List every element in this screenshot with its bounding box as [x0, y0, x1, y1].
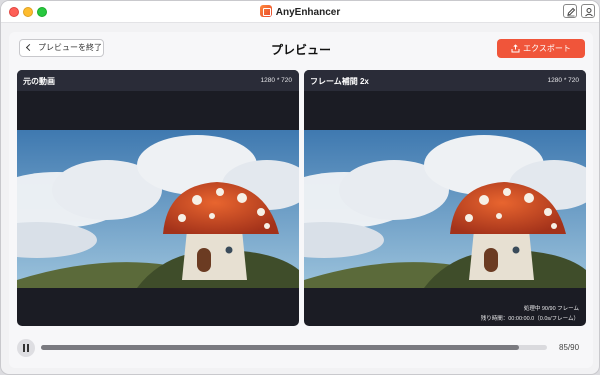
- account-button[interactable]: [581, 4, 595, 18]
- video-card-header: フレーム補間 2x 1280 * 720: [304, 70, 586, 91]
- title-bar: AnyEnhancer: [1, 1, 599, 23]
- app-name: AnyEnhancer: [275, 7, 341, 18]
- playback-progress-bar[interactable]: [41, 345, 547, 350]
- preview-panel: プレビューを終了 プレビュー エクスポート 元の動画 1280 * 720 フレ…: [9, 32, 593, 368]
- export-button[interactable]: エクスポート: [497, 39, 585, 58]
- video-card-header: 元の動画 1280 * 720: [17, 70, 299, 91]
- video-resolution: 1280 * 720: [260, 77, 292, 84]
- video-frame-image: [17, 130, 299, 288]
- video-frame-image: [304, 130, 586, 288]
- original-video-card: 元の動画 1280 * 720: [17, 70, 299, 326]
- processing-frames-status: 処理中 90/90 フレーム: [523, 306, 579, 312]
- app-logo-icon: [259, 5, 272, 17]
- app-window: AnyEnhancer プレビューを終了 プレビュー エクスポート 元の動画 1…: [0, 0, 600, 375]
- frame-counter: 85/90: [559, 343, 580, 352]
- playback-progress-fill: [41, 345, 519, 350]
- enhanced-video-card: フレーム補間 2x 1280 * 720 処理中 90/90 フレーム 残り時間…: [304, 70, 586, 326]
- video-resolution: 1280 * 720: [547, 77, 579, 84]
- export-label: エクスポート: [523, 44, 571, 53]
- app-title: AnyEnhancer: [1, 5, 599, 18]
- video-card-title: フレーム補間 2x: [310, 77, 369, 86]
- user-icon: [585, 8, 593, 17]
- edit-icon: [567, 7, 576, 17]
- export-icon: [511, 44, 520, 53]
- edit-button[interactable]: [563, 4, 577, 18]
- video-card-title: 元の動画: [23, 77, 55, 86]
- pause-button[interactable]: [17, 339, 35, 357]
- remaining-time-status: 残り時間：00:00:00.0（0.0s/フレーム）: [480, 316, 579, 322]
